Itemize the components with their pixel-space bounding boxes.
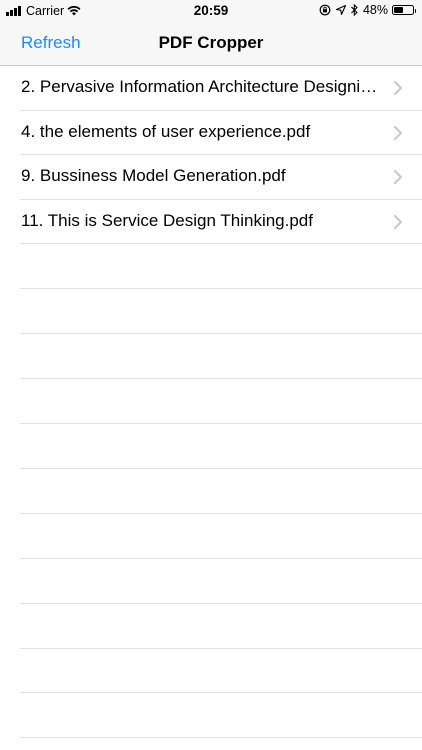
empty-row xyxy=(0,379,422,424)
empty-list-area xyxy=(0,245,422,739)
empty-row xyxy=(0,289,422,335)
empty-row xyxy=(0,469,422,514)
empty-row xyxy=(0,514,422,559)
chevron-right-icon xyxy=(394,125,402,140)
navigation-bar: Refresh PDF Cropper xyxy=(0,22,422,66)
file-list: 2. Pervasive Information Architecture De… xyxy=(0,66,422,244)
empty-row xyxy=(0,334,422,380)
list-item-label: 11. This is Service Design Thinking.pdf xyxy=(21,210,313,230)
empty-row xyxy=(0,559,422,604)
orientation-lock-icon xyxy=(319,4,331,16)
chevron-right-icon xyxy=(394,214,402,229)
status-right: 48% xyxy=(319,3,416,17)
battery-icon xyxy=(392,5,416,15)
empty-row xyxy=(0,693,422,739)
empty-row xyxy=(0,649,422,694)
battery-percent: 48% xyxy=(362,3,388,17)
empty-row xyxy=(0,604,422,649)
list-item-label: 2. Pervasive Information Architecture De… xyxy=(21,77,380,96)
status-bar: Carrier 20:59 48% xyxy=(0,0,422,22)
list-item[interactable]: 9. Bussiness Model Generation.pdf xyxy=(0,155,422,200)
list-item-label: 4. the elements of user experience.pdf xyxy=(21,121,311,141)
list-item[interactable]: 11. This is Service Design Thinking.pdf xyxy=(0,200,422,245)
chevron-right-icon xyxy=(394,81,402,95)
bluetooth-icon xyxy=(351,4,358,16)
chevron-right-icon xyxy=(394,170,402,184)
list-item-label: 9. Bussiness Model Generation.pdf xyxy=(21,166,286,185)
location-icon xyxy=(335,5,346,15)
empty-row xyxy=(0,424,422,469)
page-title: PDF Cropper xyxy=(158,33,264,52)
list-item[interactable]: 2. Pervasive Information Architecture De… xyxy=(0,66,422,111)
empty-row xyxy=(0,245,422,290)
list-item[interactable]: 4. the elements of user experience.pdf xyxy=(0,111,422,156)
